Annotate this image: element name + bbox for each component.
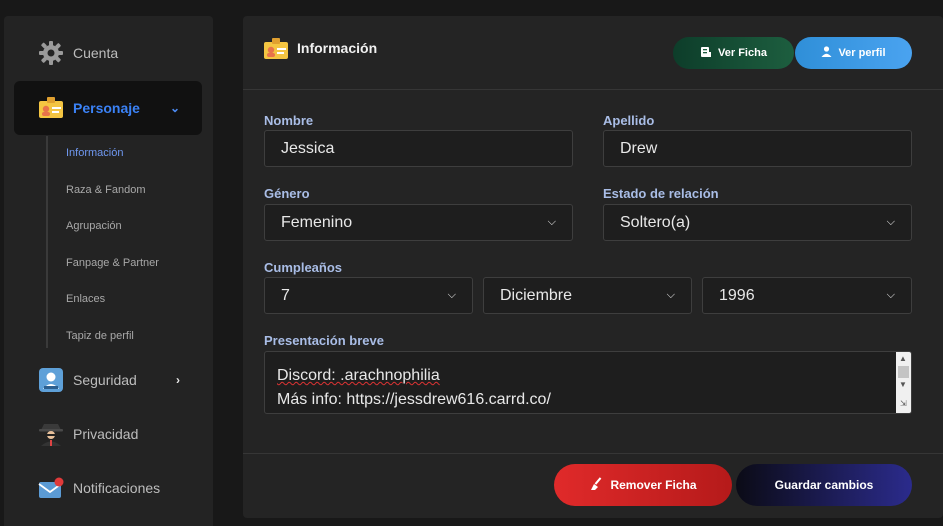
sidebar-item-label: Privacidad: [73, 426, 139, 442]
guardar-cambios-button[interactable]: Guardar cambios: [736, 464, 912, 506]
ver-ficha-button[interactable]: Ver Ficha: [673, 37, 794, 69]
genero-value: Femenino: [281, 213, 353, 231]
main-panel: Información Ver Ficha Ver perfil Nombre …: [243, 16, 943, 518]
sidebar-item-label: Personaje: [73, 100, 140, 116]
ver-perfil-button[interactable]: Ver perfil: [795, 37, 912, 69]
user-icon: [821, 46, 832, 60]
subnav-item-enlaces[interactable]: Enlaces: [66, 293, 105, 305]
sidebar-item-seguridad[interactable]: Seguridad ›: [14, 353, 202, 407]
day-value: 7: [281, 286, 290, 304]
apellido-label: Apellido: [603, 113, 655, 128]
ver-perfil-label: Ver perfil: [838, 47, 886, 59]
shield-user-icon: [38, 367, 64, 393]
nombre-value: Jessica: [281, 139, 335, 157]
cumple-label: Cumpleaños: [264, 260, 343, 275]
gear-icon: [38, 40, 64, 66]
spy-icon: [38, 421, 64, 447]
apellido-value: Drew: [620, 139, 658, 157]
presentacion-textarea[interactable]: ––– Discord: .arachnophilia Más info: ht…: [264, 351, 912, 414]
subnav-item-tapiz-perfil[interactable]: Tapiz de perfil: [66, 330, 134, 342]
sidebar-item-label: Seguridad: [73, 372, 137, 388]
subnav-line: [46, 136, 48, 348]
estado-value: Soltero(a): [620, 213, 691, 231]
month-select[interactable]: Diciembre ⌵: [483, 277, 692, 314]
clipped-text-line: –––: [277, 352, 304, 358]
footer-divider: [243, 453, 943, 454]
ver-ficha-label: Ver Ficha: [718, 47, 767, 59]
year-value: 1996: [719, 286, 755, 304]
chevron-down-icon: ⌄: [169, 101, 180, 115]
sidebar-item-label: Cuenta: [73, 45, 119, 61]
chevron-down-icon: ⌵: [547, 216, 556, 228]
sidebar-item-personaje[interactable]: Personaje ⌄: [14, 81, 202, 135]
id-card-icon: [263, 38, 289, 60]
estado-label: Estado de relación: [603, 186, 719, 201]
sidebar-item-notificaciones[interactable]: Notificaciones: [14, 461, 202, 515]
apellido-field[interactable]: Drew: [603, 130, 912, 167]
nombre-field[interactable]: Jessica: [264, 130, 573, 167]
scroll-up-icon[interactable]: ▲: [899, 354, 907, 363]
day-select[interactable]: 7 ⌵: [264, 277, 473, 314]
chevron-down-icon: ⌵: [447, 289, 456, 301]
remover-ficha-button[interactable]: Remover Ficha: [554, 464, 732, 506]
remover-ficha-label: Remover Ficha: [610, 478, 697, 492]
subnav-item-informacion[interactable]: Información: [66, 147, 123, 159]
scroll-thumb[interactable]: [898, 366, 909, 378]
sidebar-item-privacidad[interactable]: Privacidad: [14, 407, 202, 461]
subnav-item-raza-fandom[interactable]: Raza & Fandom: [66, 184, 145, 196]
sidebar-item-label: Notificaciones: [73, 480, 161, 496]
genero-select[interactable]: Femenino ⌵: [264, 204, 573, 241]
month-value: Diciembre: [500, 286, 573, 304]
bell-envelope-icon: [38, 475, 64, 501]
chevron-down-icon: ⌵: [886, 216, 895, 228]
guardar-cambios-label: Guardar cambios: [774, 478, 874, 492]
scroll-down-icon[interactable]: ▼: [899, 380, 907, 389]
panel-header: Información Ver Ficha Ver perfil: [243, 16, 943, 90]
subnav-item-agrupacion[interactable]: Agrupación: [66, 220, 122, 232]
presentacion-line-2: Más info: https://jessdrew616.carrd.co/: [277, 391, 551, 408]
page-title: Información: [297, 40, 378, 56]
presentacion-label: Presentación breve: [264, 333, 384, 348]
chevron-down-icon: ⌵: [886, 289, 895, 301]
file-icon: [700, 46, 712, 61]
nombre-label: Nombre: [264, 113, 314, 128]
chevron-right-icon: ›: [176, 373, 180, 387]
id-card-icon: [38, 95, 64, 121]
subnav-item-fanpage-partner[interactable]: Fanpage & Partner: [66, 257, 159, 269]
estado-select[interactable]: Soltero(a) ⌵: [603, 204, 912, 241]
sidebar: Cuenta Personaje ⌄ Información Raza & Fa…: [4, 16, 213, 526]
presentacion-line-1: Discord: .arachnophilia: [277, 367, 440, 384]
year-select[interactable]: 1996 ⌵: [702, 277, 912, 314]
sidebar-item-cuenta[interactable]: Cuenta: [14, 26, 202, 80]
chevron-down-icon: ⌵: [666, 289, 675, 301]
resize-handle-icon[interactable]: ⇲: [900, 399, 907, 408]
broom-icon: [589, 476, 603, 494]
textarea-scrollbar[interactable]: ▲ ▼ ⇲: [896, 352, 911, 413]
genero-label: Género: [264, 186, 310, 201]
